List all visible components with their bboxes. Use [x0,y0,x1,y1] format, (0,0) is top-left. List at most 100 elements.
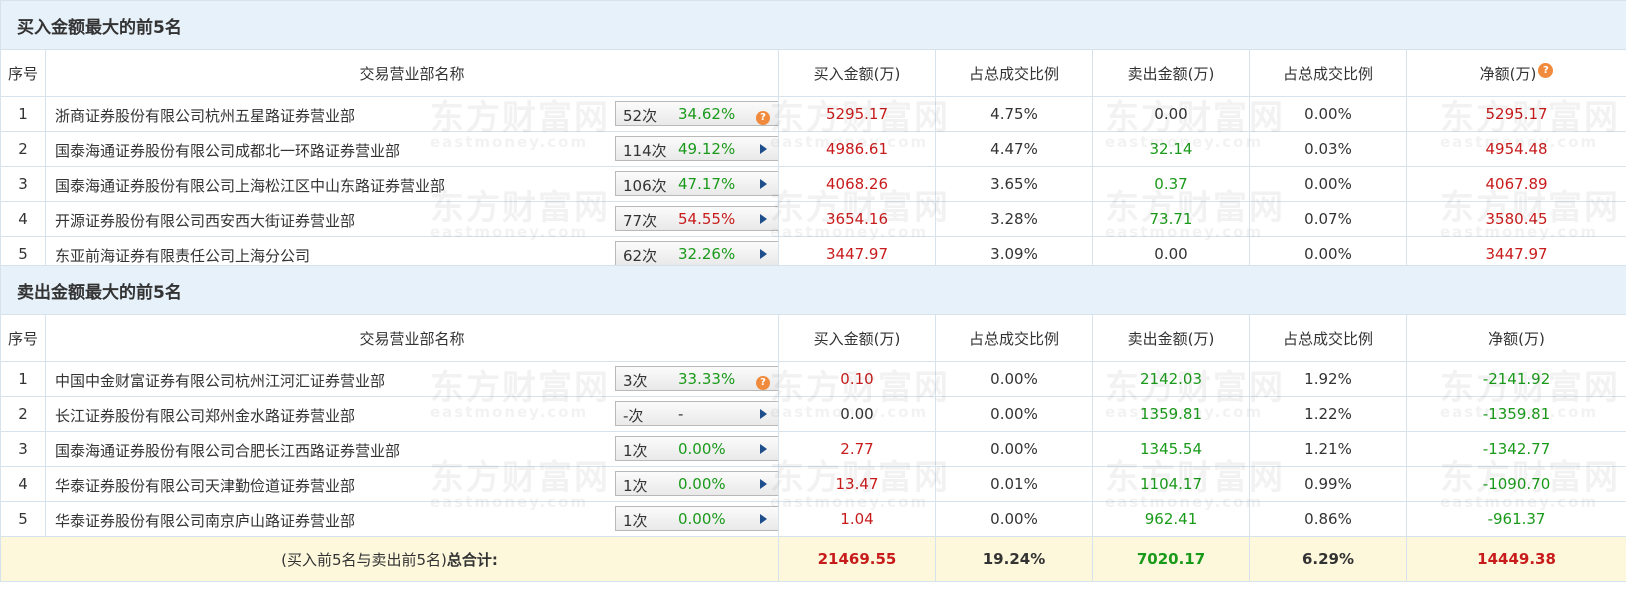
branch-cell: 华泰证券股份有限公司南京庐山路证券营业部 1次 0.00% [45,501,779,537]
col-header-sell-ratio: 占总成交比例 [1249,49,1407,97]
col-header-buy-ratio: 占总成交比例 [935,314,1093,362]
sell-ratio: 0.00% [1249,96,1407,132]
net-amount: -1090.70 [1405,466,1626,502]
row-index: 3 [0,166,46,202]
table-row: 2 国泰海通证券股份有限公司成都北一环路证券营业部 114次 49.12% 4986.6… [0,131,1626,167]
row-index: 5 [0,501,46,537]
table-row: 5 华泰证券股份有限公司南京庐山路证券营业部 1次 0.00% 1.04 0.00% 962… [0,501,1626,537]
buy-amount: 0.10 [778,361,936,397]
sell-ratio: 0.99% [1249,466,1407,502]
play-arrow-icon[interactable] [756,476,772,492]
trade-stats-box[interactable]: -次 - [615,401,778,426]
trade-stats-box[interactable]: 3次 33.33%? [615,366,778,391]
branch-name[interactable]: 国泰海通证券股份有限公司成都北一环路证券营业部 [55,140,400,161]
trade-stats-box[interactable]: 1次 0.00% [615,436,778,461]
sell-amount: 0.00 [1092,96,1250,132]
branch-cell: 长江证券股份有限公司郑州金水路证券营业部 -次 - [45,396,779,432]
buy-ratio: 0.00% [935,431,1093,467]
col-header-sell-ratio: 占总成交比例 [1249,314,1407,362]
trade-stats-box[interactable]: 62次 32.26% [615,241,778,266]
col-header-buy-amount: 买入金额(万) [778,49,936,97]
branch-name[interactable]: 东亚前海证券有限责任公司上海分公司 [55,245,310,266]
win-rate: 32.26% [678,245,736,263]
sell-ratio: 0.86% [1249,501,1407,537]
buy-section-title: 买入金额最大的前5名 [0,0,1626,50]
branch-name[interactable]: 国泰海通证券股份有限公司上海松江区中山东路证券营业部 [55,175,445,196]
buy-amount: 1.04 [778,501,936,537]
trade-stats-box[interactable]: 77次 54.55% [615,206,778,231]
question-icon[interactable]: ? [756,106,772,125]
trade-stats-box[interactable]: 52次 34.62%? [615,101,778,126]
sell-amount: 32.14 [1092,131,1250,167]
buy-ratio: 0.01% [935,466,1093,502]
play-arrow-icon[interactable] [756,406,772,422]
help-icon[interactable]: ? [1538,62,1554,78]
trade-stats-box[interactable]: 114次 49.12% [615,136,778,161]
net-amount: 4067.89 [1405,166,1626,202]
row-index: 1 [0,96,46,132]
win-rate: 49.12% [678,140,736,158]
branch-name[interactable]: 浙商证券股份有限公司杭州五星路证券营业部 [55,105,355,126]
col-header-buy-amount: 买入金额(万) [778,314,936,362]
play-arrow-icon[interactable] [756,246,772,262]
buy-header-row: 序号 交易营业部名称 买入金额(万) 占总成交比例 卖出金额(万) 占总成交比例… [0,49,1626,97]
buy-ratio: 0.00% [935,396,1093,432]
total-buy: 21469.55 [778,536,936,582]
net-amount: 4954.48 [1405,131,1626,167]
sell-ratio: 1.92% [1249,361,1407,397]
sell-ratio: 0.00% [1249,166,1407,202]
trade-count: 62次 [623,247,658,265]
net-amount: 5295.17 [1405,96,1626,132]
branch-cell: 国泰海通证券股份有限公司成都北一环路证券营业部 114次 49.12% [45,131,779,167]
play-arrow-icon[interactable] [756,176,772,192]
buy-ratio: 3.28% [935,201,1093,237]
branch-cell: 华泰证券股份有限公司天津勤俭道证券营业部 1次 0.00% [45,466,779,502]
trade-count: 1次 [623,442,648,460]
play-arrow-icon[interactable] [756,211,772,227]
sell-amount: 73.71 [1092,201,1250,237]
col-header-sell-amount: 卖出金额(万) [1092,49,1250,97]
row-index: 1 [0,361,46,397]
branch-cell: 国泰海通证券股份有限公司合肥长江西路证券营业部 1次 0.00% [45,431,779,467]
buy-ratio: 4.47% [935,131,1093,167]
col-header-buy-ratio: 占总成交比例 [935,49,1093,97]
branch-name[interactable]: 长江证券股份有限公司郑州金水路证券营业部 [55,405,355,426]
play-arrow-icon[interactable] [756,511,772,527]
branch-name[interactable]: 华泰证券股份有限公司天津勤俭道证券营业部 [55,475,355,496]
col-header-index: 序号 [0,314,46,362]
trade-count: -次 [623,407,644,425]
buy-amount: 13.47 [778,466,936,502]
buy-rows: 1 浙商证券股份有限公司杭州五星路证券营业部 52次 34.62%? 5295.17 4.… [0,96,1626,272]
buy-amount: 3654.16 [778,201,936,237]
trade-stats-box[interactable]: 106次 47.17% [615,171,778,196]
table-row: 1 中国中金财富证券有限公司杭州江河汇证券营业部 3次 33.33%? 0.10 0.00… [0,361,1626,397]
trade-count: 52次 [623,107,658,125]
total-label-prefix: (买入前5名与卖出前5名) [281,550,447,569]
row-index: 2 [0,396,46,432]
total-buy-ratio: 19.24% [935,536,1093,582]
play-arrow-icon[interactable] [756,141,772,157]
buy-amount: 4986.61 [778,131,936,167]
branch-name[interactable]: 中国中金财富证券有限公司杭州江河汇证券营业部 [55,370,385,391]
sell-header-row: 序号 交易营业部名称 买入金额(万) 占总成交比例 卖出金额(万) 占总成交比例… [0,314,1626,362]
trade-stats-box[interactable]: 1次 0.00% [615,506,778,531]
question-icon[interactable]: ? [756,371,772,390]
trade-stats-box[interactable]: 1次 0.00% [615,471,778,496]
net-amount: 3580.45 [1405,201,1626,237]
branch-name[interactable]: 国泰海通证券股份有限公司合肥长江西路证券营业部 [55,440,400,461]
branch-name[interactable]: 华泰证券股份有限公司南京庐山路证券营业部 [55,510,355,531]
net-amount: -961.37 [1405,501,1626,537]
sell-section-title: 卖出金额最大的前5名 [0,265,1626,315]
buy-ratio: 4.75% [935,96,1093,132]
branch-name[interactable]: 开源证券股份有限公司西安西大街证券营业部 [55,210,355,231]
table-row: 4 开源证券股份有限公司西安西大街证券营业部 77次 54.55% 3654.16 3.2… [0,201,1626,237]
play-arrow-icon[interactable] [756,441,772,457]
win-rate: 47.17% [678,175,736,193]
table-row: 3 国泰海通证券股份有限公司合肥长江西路证券营业部 1次 0.00% 2.77 0.00%… [0,431,1626,467]
total-row: (买入前5名与卖出前5名)总合计: 21469.55 19.24% 7020.1… [0,536,1626,582]
sell-ratio: 1.21% [1249,431,1407,467]
table-row: 1 浙商证券股份有限公司杭州五星路证券营业部 52次 34.62%? 5295.17 4.… [0,96,1626,132]
branch-cell: 浙商证券股份有限公司杭州五星路证券营业部 52次 34.62%? [45,96,779,132]
buy-amount: 5295.17 [778,96,936,132]
total-net: 14449.38 [1405,536,1626,582]
